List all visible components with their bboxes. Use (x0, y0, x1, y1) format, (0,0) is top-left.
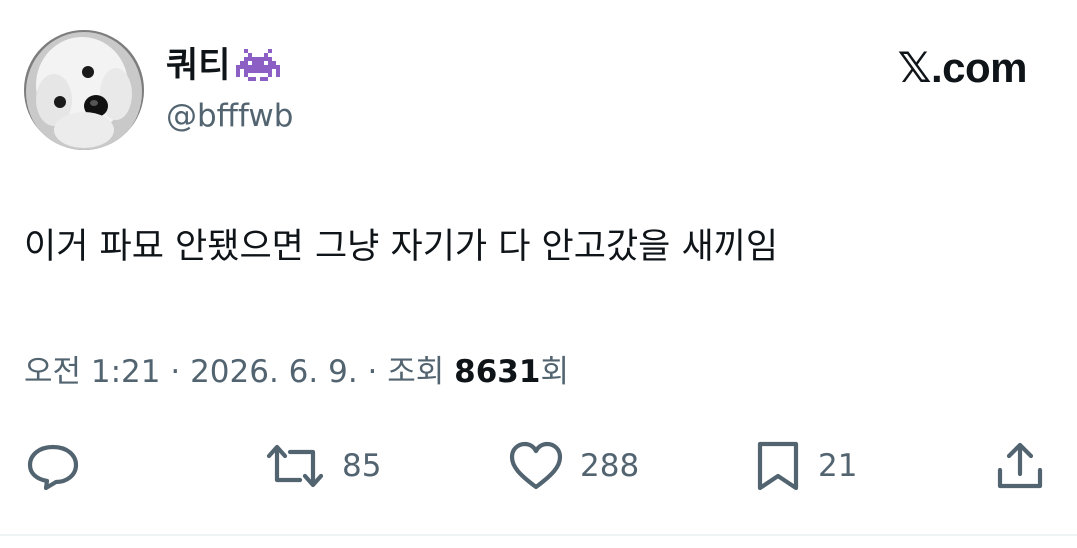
x-logo-icon: 𝕏 (897, 43, 932, 92)
bottom-divider (0, 534, 1077, 536)
meta-separator: · (357, 354, 388, 390)
user-handle[interactable]: @bfffwb (166, 96, 293, 136)
like-button[interactable]: 288 (508, 436, 639, 496)
brand-logo: 𝕏.com (897, 43, 1028, 92)
avatar[interactable] (24, 30, 144, 150)
author-name-row[interactable]: 쿼티 (166, 44, 281, 88)
heart-icon (509, 441, 563, 490)
share-icon (997, 442, 1043, 489)
retweet-icon (266, 444, 324, 488)
avatar-dog-image (24, 30, 144, 150)
bookmark-button[interactable]: 21 (754, 436, 857, 496)
tweet-text: 이거 파묘 안됐으면 그냥 자기가 다 안고갔을 새끼임 (24, 227, 779, 267)
bookmark-count: 21 (818, 448, 858, 484)
views-count: 8631 (454, 354, 541, 390)
views-label: 조회 (387, 354, 455, 390)
like-count: 288 (580, 448, 640, 484)
views-suffix: 회 (540, 354, 569, 390)
bookmark-icon (757, 441, 799, 491)
reply-icon (27, 444, 79, 490)
alien-monster-icon (236, 48, 281, 84)
display-name[interactable]: 쿼티 (166, 44, 230, 88)
tweet-time[interactable]: 오전 1:21 (24, 354, 161, 390)
share-button[interactable] (994, 436, 1046, 496)
tweet-meta: 오전 1:21 · 2026. 6. 9. · 조회 8631회 (24, 350, 569, 394)
retweet-count: 85 (342, 448, 382, 484)
retweet-button[interactable]: 85 (264, 436, 381, 496)
brand-suffix: .com (930, 44, 1028, 91)
action-bar: 85 288 21 (0, 436, 1077, 496)
tweet-date[interactable]: 2026. 6. 9. (190, 354, 358, 390)
meta-separator: · (160, 354, 191, 390)
reply-button[interactable] (26, 436, 80, 496)
